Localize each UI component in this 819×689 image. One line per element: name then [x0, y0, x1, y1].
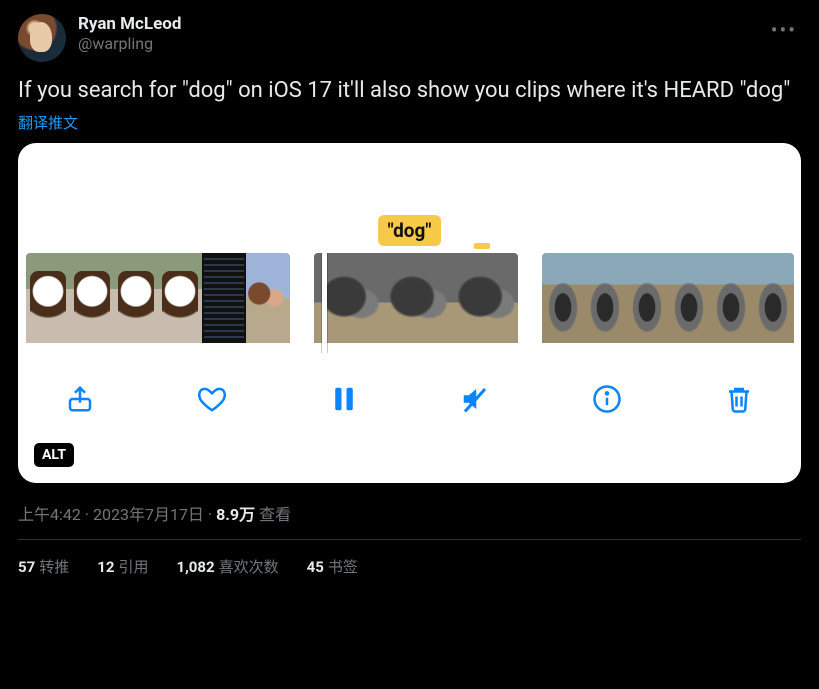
media-top: "dog" [18, 143, 801, 253]
thumbnail [202, 253, 246, 343]
thumbnail [158, 253, 202, 343]
info-icon[interactable] [589, 381, 625, 417]
match-marker [474, 243, 490, 249]
playhead[interactable] [322, 253, 327, 353]
thumbnail [710, 253, 752, 343]
tweet-text: If you search for "dog" on iOS 17 it'll … [18, 76, 801, 106]
clip-group-2[interactable] [314, 253, 518, 353]
avatar[interactable] [18, 14, 66, 62]
pause-icon[interactable] [326, 381, 362, 417]
thumbnail [70, 253, 114, 343]
more-icon[interactable]: ••• [767, 14, 801, 46]
handle: @warpling [78, 34, 755, 55]
trash-icon[interactable] [721, 381, 757, 417]
thumbnail [752, 253, 794, 343]
thumbnail [246, 253, 290, 343]
bookmark-count: 45 [307, 558, 324, 576]
tweet-stats: 57转推 12引用 1,082 喜欢次数 45书签 [18, 540, 801, 593]
clip-group-3[interactable] [542, 253, 794, 353]
alt-badge[interactable]: ALT [34, 443, 74, 467]
meta-date[interactable]: 2023年7月17日 [93, 505, 204, 524]
bookmark-label: 书签 [328, 558, 358, 576]
views-label: 查看 [259, 505, 291, 524]
display-name: Ryan McLeod [78, 14, 755, 34]
thumbnail [26, 253, 70, 343]
share-icon[interactable] [62, 381, 98, 417]
quote-count: 12 [97, 558, 114, 576]
thumbnail [626, 253, 668, 343]
stat-quotes[interactable]: 12引用 [97, 556, 148, 577]
thumbnail [668, 253, 710, 343]
search-term-bubble: "dog" [378, 215, 442, 246]
player-controls [18, 353, 801, 417]
retweet-label: 转推 [39, 558, 69, 576]
tweet-meta: 上午4:42 · 2023年7月17日 · 8.9万 查看 [18, 483, 801, 540]
media-card[interactable]: "dog" [18, 143, 801, 483]
tweet-container: Ryan McLeod @warpling ••• If you search … [0, 0, 819, 593]
meta-time[interactable]: 上午4:42 [18, 505, 81, 524]
like-count: 1,082 [176, 558, 214, 576]
thumbnail [114, 253, 158, 343]
mute-icon[interactable] [457, 381, 493, 417]
stat-likes[interactable]: 1,082 喜欢次数 [176, 556, 278, 577]
thumbnail [382, 253, 450, 343]
thumbnail [542, 253, 584, 343]
stat-bookmarks[interactable]: 45书签 [307, 556, 358, 577]
thumbnail [584, 253, 626, 343]
stat-retweets[interactable]: 57转推 [18, 556, 69, 577]
like-label: 喜欢次数 [219, 558, 279, 576]
views-count: 8.9万 [216, 505, 255, 524]
heart-icon[interactable] [194, 381, 230, 417]
clip-group-1[interactable] [26, 253, 290, 353]
quote-label: 引用 [118, 558, 148, 576]
author-block[interactable]: Ryan McLeod @warpling [78, 14, 755, 55]
tweet-header: Ryan McLeod @warpling ••• [18, 14, 801, 62]
translate-link[interactable]: 翻译推文 [18, 112, 78, 133]
thumbnail [450, 253, 518, 343]
video-timeline[interactable] [18, 253, 801, 353]
retweet-count: 57 [18, 558, 35, 576]
